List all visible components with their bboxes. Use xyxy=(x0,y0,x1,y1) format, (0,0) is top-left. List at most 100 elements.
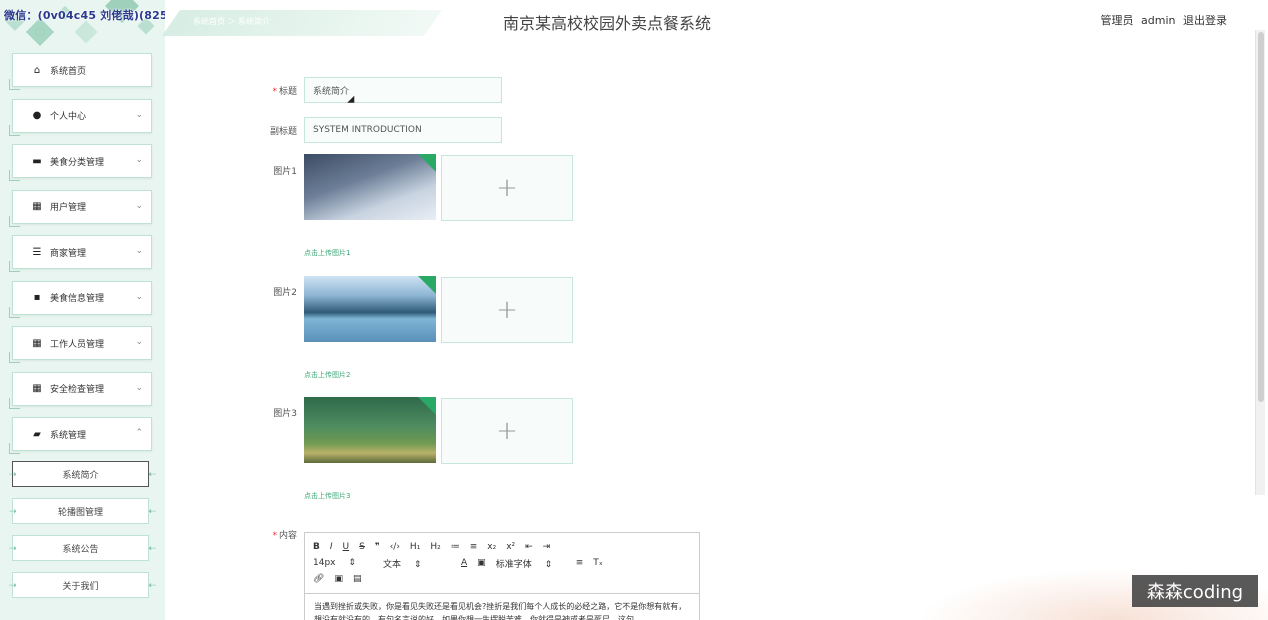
quote-icon[interactable]: ❞ xyxy=(375,542,380,552)
success-corner xyxy=(418,154,436,172)
code-icon[interactable]: ‹/› xyxy=(390,542,400,552)
subscript-icon[interactable]: x₂ xyxy=(487,542,496,552)
chevron-down-icon: ⌄ xyxy=(135,109,143,120)
briefcase-icon: ▰ xyxy=(33,428,41,440)
text-style-select[interactable]: 文本 ⇕ xyxy=(383,557,451,570)
image-icon[interactable]: ▣ xyxy=(334,574,343,584)
sidebar-item-label: 工作人员管理 xyxy=(50,339,105,350)
success-corner xyxy=(418,397,436,415)
link-icon[interactable]: 🔗︎ xyxy=(313,574,324,584)
editor-content[interactable]: 当遇到挫折或失败，你是看见失败还是看见机会?挫折是我们每个人成长的必经之路，它不… xyxy=(305,593,699,620)
chevron-down-icon: ⌄ xyxy=(135,337,143,347)
superscript-icon[interactable]: x² xyxy=(506,542,515,552)
ordered-list-icon[interactable]: ≔ xyxy=(451,542,460,552)
uploaded-image-3[interactable] xyxy=(304,397,436,463)
font-size-select[interactable]: 14px ⇕ xyxy=(313,558,373,568)
page-title: 南京某高校校园外卖点餐系统 xyxy=(503,14,712,33)
breadcrumb[interactable]: 系统首页 ＞ 系统简介 xyxy=(193,16,270,27)
clear-format-icon[interactable]: Tₓ xyxy=(593,558,603,568)
sidebar-item-staff[interactable]: ▦ 工作人员管理 ⌄ xyxy=(9,326,152,363)
watermark-badge: 森森coding xyxy=(1132,575,1258,607)
user-role: 管理员 xyxy=(1100,14,1134,27)
sidebar-item-food-category[interactable]: ▬ 美食分类管理 ⌄ xyxy=(9,144,152,181)
arrow-right-icon: ⇠ xyxy=(148,581,156,591)
submenu-item-label: 关于我们 xyxy=(62,581,99,592)
sidebar-item-home[interactable]: ⌂ 系统首页 xyxy=(9,53,152,90)
submenu-item-label: 系统公告 xyxy=(62,544,99,555)
upload-hint-3: 点击上传图片3 xyxy=(304,492,351,500)
text-style-value: 文本 xyxy=(383,559,402,570)
arrow-right-icon: ⇠ xyxy=(148,470,156,480)
sidebar-menu: ⌂ 系统首页 ● 个人中心 ⌄ ▬ 美食分类管理 ⌄ ▦ 用户管理 ⌄ ☰ 商家… xyxy=(9,53,152,463)
font-family-value: 标准字体 xyxy=(495,559,532,570)
submenu-item-about[interactable]: ⇢ 关于我们 ⇠ xyxy=(9,572,156,598)
sidebar-item-safety[interactable]: ▦ 安全检查管理 ⌄ xyxy=(9,371,152,409)
plus-icon: + xyxy=(496,295,518,325)
font-color-icon[interactable]: A xyxy=(461,558,467,568)
submenu-item-notice[interactable]: ⇢ 系统公告 ⇠ xyxy=(9,535,156,561)
content-label: * 内容 xyxy=(245,528,297,541)
chevron-down-icon: ⌄ xyxy=(135,200,143,211)
title-input[interactable]: 系统简介 xyxy=(304,77,502,103)
ticket-icon: ▬ xyxy=(32,155,42,167)
uploaded-image-1[interactable] xyxy=(304,154,436,220)
editor-toolbar: B I U S ❞ ‹/› H₁ H₂ ≔ ≡ x₂ x² ⇤ ⇥ 14px ⇕… xyxy=(305,533,699,587)
upload-button-3[interactable]: + xyxy=(441,398,573,464)
page-scrollbar[interactable] xyxy=(1255,30,1265,495)
underline-icon[interactable]: U xyxy=(343,542,350,552)
outdent-icon[interactable]: ⇤ xyxy=(525,542,533,552)
sidebar-item-food-info[interactable]: ▪ 美食信息管理 ⌄ xyxy=(9,280,152,318)
heading2-icon[interactable]: H₂ xyxy=(430,542,440,552)
arrow-right-icon: ⇠ xyxy=(148,544,156,554)
upload-button-1[interactable]: + xyxy=(441,155,573,221)
title-label-text: 标题 xyxy=(278,87,297,97)
sidebar-item-users[interactable]: ▦ 用户管理 ⌄ xyxy=(9,189,152,227)
submenu-item-carousel[interactable]: ⇢ 轮播图管理 ⇠ xyxy=(9,498,156,524)
video-icon[interactable]: ▤ xyxy=(353,574,362,584)
sidebar-item-system[interactable]: ▰ 系统管理 ⌃ xyxy=(9,417,152,454)
arrow-left-icon: ⇢ xyxy=(9,507,17,517)
required-mark: * xyxy=(272,531,277,541)
arrow-left-icon: ⇢ xyxy=(9,470,17,480)
heading1-icon[interactable]: H₁ xyxy=(410,542,420,552)
submenu-item-intro[interactable]: ⇢ 系统简介 ⇠ xyxy=(9,461,156,487)
chevron-up-icon: ⌃ xyxy=(135,428,143,438)
sidebar-item-profile[interactable]: ● 个人中心 ⌄ xyxy=(9,98,152,136)
arrow-left-icon: ⇢ xyxy=(9,581,17,591)
strike-icon[interactable]: S xyxy=(359,542,365,552)
title-label: * 标题 xyxy=(245,84,297,97)
logout-button[interactable]: 退出登录 xyxy=(1183,14,1227,27)
submenu-item-label: 系统简介 xyxy=(62,470,99,481)
user-info: 管理员 admin 退出登录 xyxy=(1097,12,1227,28)
system-submenu: ⇢ 系统简介 ⇠ ⇢ 轮播图管理 ⇠ ⇢ 系统公告 ⇠ ⇢ 关于我们 ⇠ xyxy=(9,461,156,609)
scrollbar-thumb[interactable] xyxy=(1258,32,1264,402)
sidebar-item-label: 用户管理 xyxy=(50,203,87,213)
plus-icon: + xyxy=(496,416,518,446)
font-size-value: 14px xyxy=(313,558,336,568)
subtitle-input[interactable]: SYSTEM INTRODUCTION xyxy=(304,117,502,143)
italic-icon[interactable]: I xyxy=(330,542,333,552)
upload-button-2[interactable]: + xyxy=(441,277,573,343)
sidebar: 微信：(0v04c45 刘佬哉)(825) ⌂ 系统首页 ● 个人中心 ⌄ ▬ … xyxy=(0,0,165,620)
home-icon: ⌂ xyxy=(33,64,41,76)
align-icon[interactable]: ≡ xyxy=(576,558,584,568)
pic1-label: 图片1 xyxy=(273,167,297,177)
success-corner xyxy=(418,276,436,294)
pic2-label: 图片2 xyxy=(273,288,297,298)
uploaded-image-2[interactable] xyxy=(304,276,436,342)
submenu-item-label: 轮播图管理 xyxy=(57,507,103,518)
plus-icon: + xyxy=(496,173,518,203)
background-color-icon[interactable]: ▣ xyxy=(477,558,486,568)
sidebar-item-label: 美食分类管理 xyxy=(50,157,105,168)
bullet-list-icon[interactable]: ≡ xyxy=(470,542,478,552)
indent-icon[interactable]: ⇥ xyxy=(543,542,551,552)
grid-icon: ▦ xyxy=(32,201,42,212)
chevron-down-icon: ⌄ xyxy=(135,382,143,393)
rich-text-editor[interactable]: B I U S ❞ ‹/› H₁ H₂ ≔ ≡ x₂ x² ⇤ ⇥ 14px ⇕… xyxy=(304,532,700,620)
sidebar-item-merchants[interactable]: ☰ 商家管理 ⌄ xyxy=(9,235,152,272)
chevron-down-icon: ⌄ xyxy=(135,155,143,165)
upload-hint-2: 点击上传图片2 xyxy=(304,371,351,379)
sidebar-item-label: 系统管理 xyxy=(50,430,87,441)
font-family-select[interactable]: 标准字体 ⇕ xyxy=(496,557,566,570)
bold-icon[interactable]: B xyxy=(313,542,320,552)
